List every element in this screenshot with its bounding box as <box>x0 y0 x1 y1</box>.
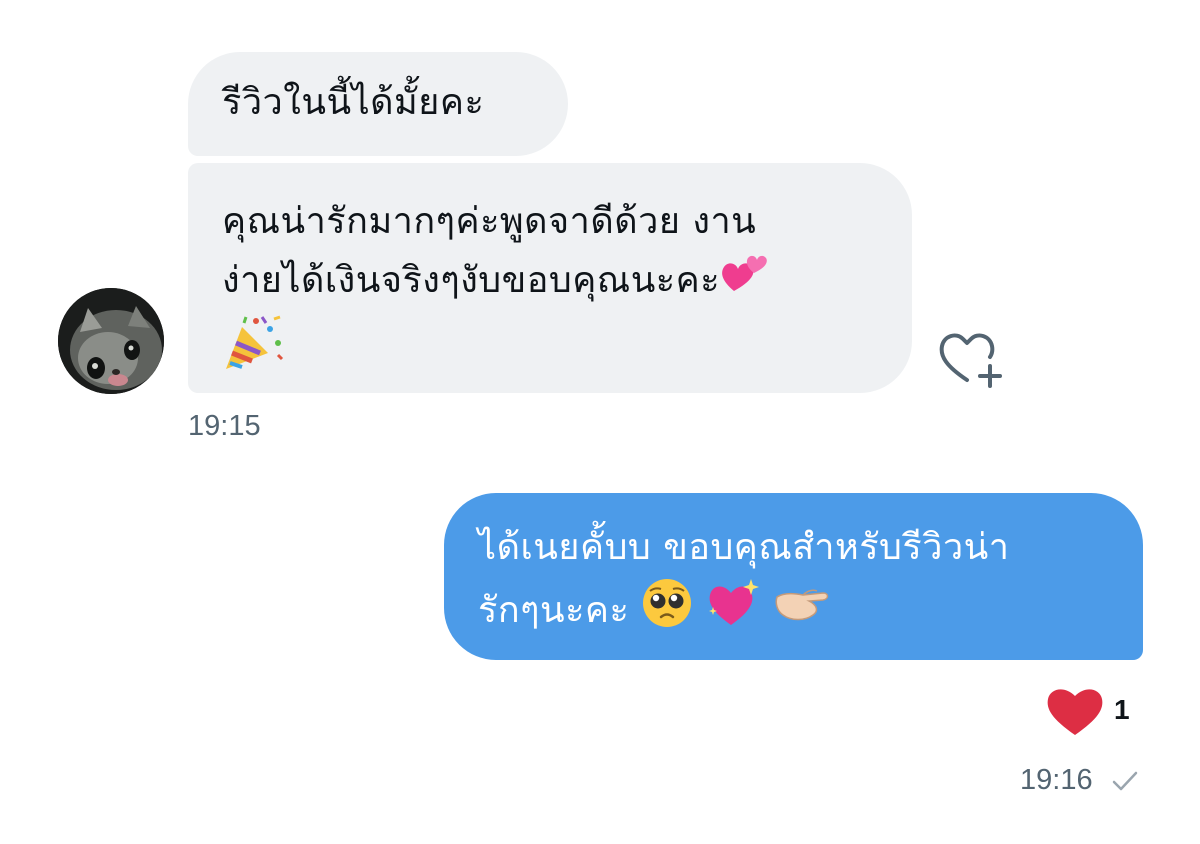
reaction-count: 1 <box>1114 694 1130 725</box>
two-hearts-icon <box>720 251 768 313</box>
received-message-bubble[interactable]: รีวิวในนี้ได้มั้ยคะ <box>188 52 568 156</box>
sent-message-bubble[interactable]: ได้เนยคั้บบ ขอบคุณสำหรับรีวิวน่า รักๆนะค… <box>444 493 1143 660</box>
sender-avatar[interactable] <box>58 288 164 394</box>
sent-check-icon <box>1110 768 1140 798</box>
received-message-bubble[interactable]: คุณน่ารักมากๆค่ะพูดจาดีด้วย งาน ง่ายได้เ… <box>188 163 912 393</box>
pinching-hand-icon <box>773 581 833 643</box>
message-text-line: คุณน่ารักมากๆค่ะพูดจาดีด้วย งาน <box>222 201 757 242</box>
message-text-line: ง่ายได้เงินจริงๆงับขอบคุณนะคะ <box>222 260 721 301</box>
sparkling-heart-icon <box>705 577 761 647</box>
received-timestamp: 19:15 <box>188 410 261 442</box>
party-popper-icon <box>222 313 284 389</box>
sent-timestamp: 19:16 <box>1020 764 1093 796</box>
pleading-face-icon <box>641 577 693 647</box>
message-text: รีวิวในนี้ได้มั้ยคะ <box>222 82 485 123</box>
add-reaction-icon[interactable] <box>936 326 1006 394</box>
red-heart-icon[interactable] <box>1044 683 1106 741</box>
message-text-line: ได้เนยคั้บบ ขอบคุณสำหรับรีวิวน่า <box>478 527 1010 568</box>
message-text-line: รักๆนะคะ <box>478 590 630 631</box>
